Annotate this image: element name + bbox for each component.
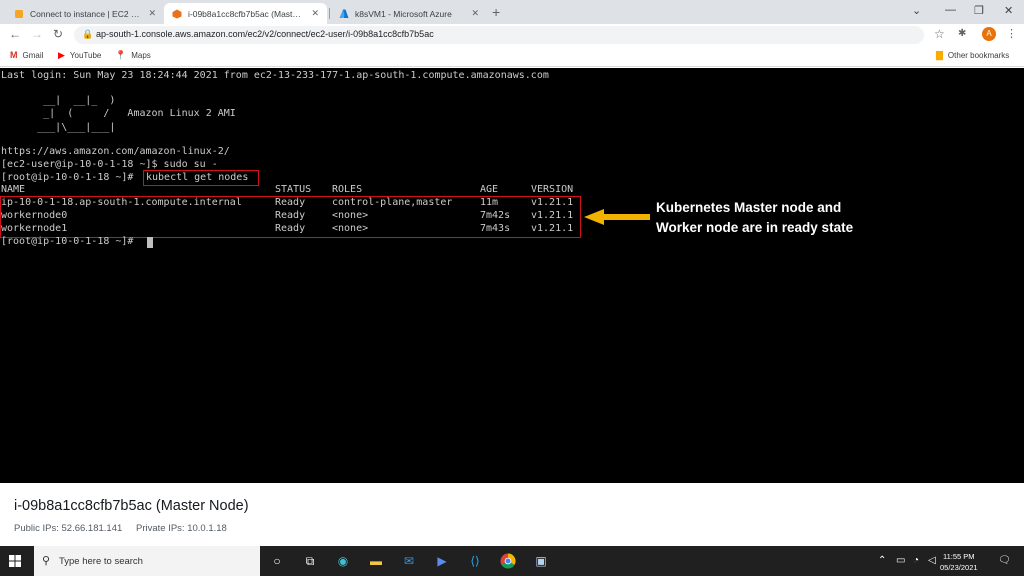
annotation-text-line1: Kubernetes Master node and xyxy=(656,200,842,215)
taskbar-search-box[interactable]: ⚲ Type here to search xyxy=(34,546,260,576)
video-call-icon[interactable]: ▶ xyxy=(433,552,451,570)
nodes-highlight-box xyxy=(0,196,581,238)
address-bar[interactable]: 🔒 ap-south-1.console.aws.amazon.com/ec2/… xyxy=(74,26,924,44)
tab-separator xyxy=(329,8,330,19)
bookmark-star-icon[interactable]: ☆ xyxy=(934,27,945,41)
private-ips: Private IPs: 10.0.1.18 xyxy=(136,523,227,534)
forward-arrow-icon[interactable]: → xyxy=(31,27,43,41)
column-header-roles: ROLES xyxy=(332,184,363,195)
taskbar-clock[interactable]: 11:55 PM 05/23/2021 xyxy=(940,551,978,573)
vscode-icon[interactable]: ⟨⟩ xyxy=(466,552,484,570)
tab-title: Connect to instance | EC2 Manag xyxy=(30,8,143,19)
bookmark-maps[interactable]: 📍 Maps xyxy=(115,50,151,61)
restore-button[interactable]: ❐ xyxy=(974,4,984,17)
annotation-arrow-icon xyxy=(584,209,650,225)
youtube-icon: ▶ xyxy=(58,50,65,60)
clock-time: 11:55 PM xyxy=(943,552,975,561)
browser-tab-strip: Connect to instance | EC2 Manag ✕ i-09b8… xyxy=(0,0,1024,24)
close-tab-icon[interactable]: ✕ xyxy=(148,8,156,19)
cortana-icon[interactable]: ○ xyxy=(268,552,286,570)
column-header-version: VERSION xyxy=(531,184,574,195)
minimize-button[interactable]: — xyxy=(945,4,956,16)
volume-icon[interactable]: ◁ xyxy=(928,555,936,566)
close-tab-icon[interactable]: ✕ xyxy=(471,8,479,19)
instance-info-bar: i-09b8a1cc8cfb7b5ac (Master Node) Public… xyxy=(0,483,1024,546)
command-highlight-box xyxy=(143,170,259,186)
aws-cube-icon xyxy=(172,9,182,18)
column-header-name: NAME xyxy=(1,184,26,195)
browser-toolbar: ← → ↻ 🔒 ap-south-1.console.aws.amazon.co… xyxy=(0,24,1024,46)
show-hidden-icons-icon[interactable]: ⌃ xyxy=(878,555,886,566)
profile-avatar[interactable]: A xyxy=(982,27,996,41)
windows-start-icon[interactable] xyxy=(9,555,21,567)
column-header-status: STATUS xyxy=(275,184,312,195)
banner-line: ___|\___|___| xyxy=(1,122,116,133)
bookmarks-bar: M Gmail ▶ YouTube 📍 Maps ▇ Other bookmar… xyxy=(0,46,1024,67)
edge-browser-icon[interactable]: ◉ xyxy=(334,552,352,570)
reload-icon[interactable]: ↻ xyxy=(53,27,63,41)
terminal-window[interactable]: Last login: Sun May 23 18:24:44 2021 fro… xyxy=(0,68,1024,483)
close-tab-icon[interactable]: ✕ xyxy=(311,8,319,19)
other-bookmarks[interactable]: ▇ Other bookmarks xyxy=(936,50,1009,61)
close-window-button[interactable]: ✕ xyxy=(1004,4,1013,17)
virtualbox-icon[interactable]: ▣ xyxy=(532,552,550,570)
windows-taskbar: ⚲ Type here to search ○ ⧉ ◉ ▬ ✉ ▶ ⟨⟩ ▣ ⌃… xyxy=(0,546,1024,576)
root-prompt: [root@ip-10-0-1-18 ~]# xyxy=(1,172,140,183)
mail-icon[interactable]: ✉ xyxy=(400,552,418,570)
tab-title: k8sVM1 - Microsoft Azure xyxy=(355,8,452,19)
instance-title: i-09b8a1cc8cfb7b5ac (Master Node) xyxy=(14,498,249,514)
column-header-age: AGE xyxy=(480,184,499,195)
tab-azure[interactable]: k8sVM1 - Microsoft Azure ✕ xyxy=(331,3,487,24)
final-prompt: [root@ip-10-0-1-18 ~]# xyxy=(1,236,140,247)
bookmark-label: Other bookmarks xyxy=(947,51,1010,60)
bookmark-gmail[interactable]: M Gmail xyxy=(10,50,43,60)
url-text[interactable]: ap-south-1.console.aws.amazon.com/ec2/v2… xyxy=(96,29,434,39)
browser-menu-icon[interactable]: ⋮ xyxy=(1006,27,1017,40)
bookmark-youtube[interactable]: ▶ YouTube xyxy=(58,50,101,61)
banner-line: __| __|_ ) xyxy=(1,95,116,106)
amazon-linux-url-line: https://aws.amazon.com/amazon-linux-2/ xyxy=(1,146,230,157)
network-icon[interactable]: ◔ xyxy=(913,555,919,566)
folder-icon: ▇ xyxy=(936,50,943,60)
search-icon: ⚲ xyxy=(42,555,51,567)
bookmark-label: Maps xyxy=(131,51,151,60)
extensions-icon[interactable]: ✱ xyxy=(958,28,966,39)
azure-icon xyxy=(339,9,349,18)
last-login-line: Last login: Sun May 23 18:24:44 2021 fro… xyxy=(1,70,549,81)
banner-line: _| ( / Amazon Linux 2 AMI xyxy=(1,108,236,119)
tab-master-node[interactable]: i-09b8a1cc8cfb7b5ac (Master Nc ✕ xyxy=(164,3,327,24)
chrome-icon[interactable] xyxy=(499,552,517,570)
back-arrow-icon[interactable]: ← xyxy=(9,27,21,41)
search-placeholder: Type here to search xyxy=(59,556,143,567)
gmail-icon: M xyxy=(10,50,18,60)
tab-title: i-09b8a1cc8cfb7b5ac (Master Nc xyxy=(188,8,306,19)
new-tab-button[interactable]: + xyxy=(492,4,500,20)
battery-icon[interactable]: ▭ xyxy=(896,555,905,566)
tab-search-icon[interactable]: ⌄ xyxy=(912,4,921,17)
aws-cube-icon xyxy=(15,9,23,18)
annotation-text-line2: Worker node are in ready state xyxy=(656,220,854,235)
tab-ec2-connect[interactable]: Connect to instance | EC2 Manag ✕ xyxy=(6,3,164,24)
notification-icon[interactable]: 🗨 xyxy=(998,555,1011,566)
maps-pin-icon: 📍 xyxy=(115,50,127,60)
clock-date: 05/23/2021 xyxy=(940,563,978,572)
task-view-icon[interactable]: ⧉ xyxy=(301,552,319,570)
chrome-logo xyxy=(500,553,516,569)
bookmark-label: YouTube xyxy=(69,51,102,60)
bookmark-label: Gmail xyxy=(22,50,44,60)
file-explorer-icon[interactable]: ▬ xyxy=(367,552,385,570)
terminal-cursor xyxy=(147,237,153,248)
public-ips: Public IPs: 52.66.181.141 xyxy=(14,523,123,534)
lock-icon: 🔒 xyxy=(82,29,94,39)
